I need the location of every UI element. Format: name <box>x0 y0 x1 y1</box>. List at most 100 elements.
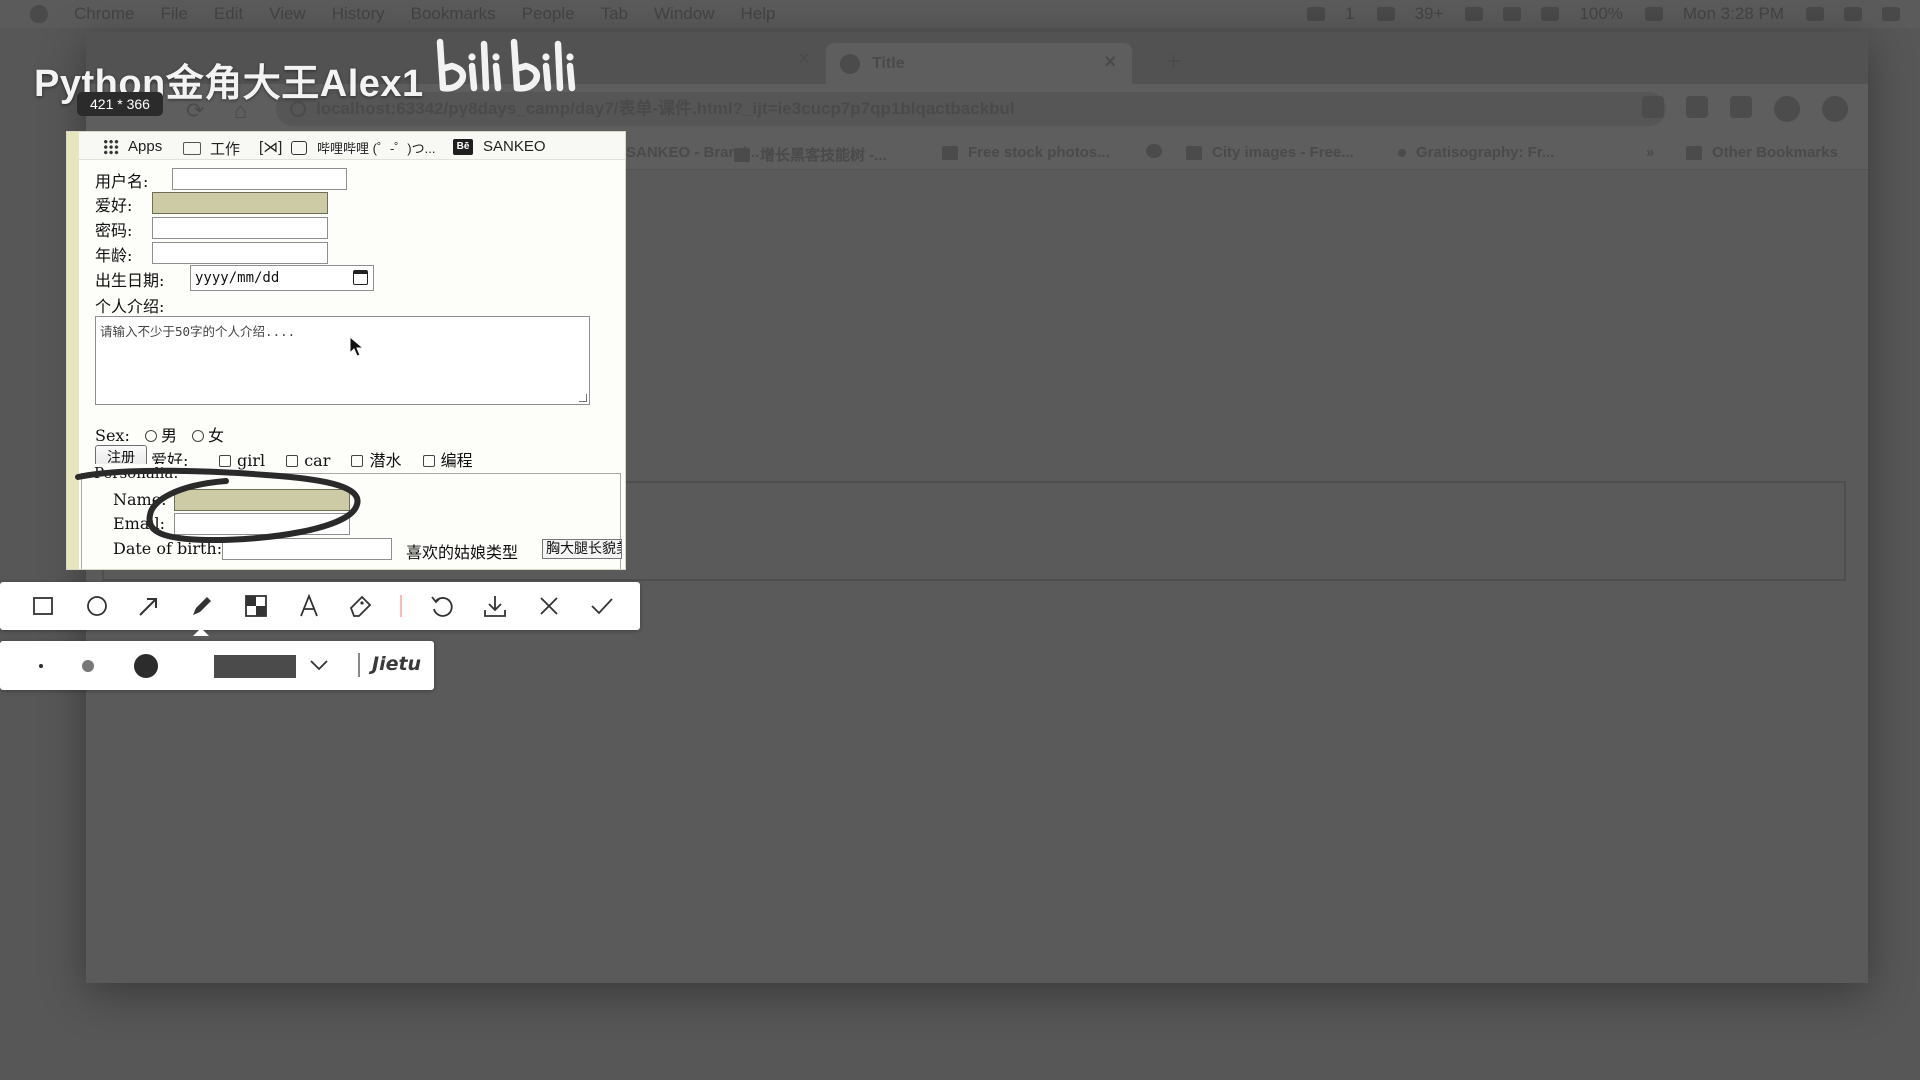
bookmark-star-icon[interactable] <box>1730 96 1752 118</box>
translate-icon[interactable] <box>1642 96 1664 118</box>
hobby-girl-checkbox[interactable] <box>219 455 231 467</box>
tab-close-icon[interactable]: × <box>1104 51 1116 74</box>
notification-center-icon[interactable] <box>1882 7 1900 21</box>
color-swatch[interactable] <box>214 655 296 678</box>
profile-avatar[interactable] <box>1774 96 1800 122</box>
siri-icon[interactable] <box>1844 7 1862 21</box>
girl-type-select[interactable]: 胸大腿长貌美 <box>542 539 622 559</box>
bookmark-growth[interactable]: 增长黑客技能树 -... <box>734 144 887 165</box>
bookmark-apps[interactable]: Apps <box>103 138 162 155</box>
name-input[interactable] <box>174 489 350 511</box>
sex-row: Sex: 男 女 <box>95 422 395 445</box>
menu-help[interactable]: Help <box>740 4 775 24</box>
ellipse-icon <box>87 596 107 616</box>
brush-size-medium[interactable] <box>82 660 94 672</box>
menu-file[interactable]: File <box>160 4 187 24</box>
pen-icon <box>193 597 211 615</box>
calendar-icon[interactable] <box>353 270 368 285</box>
hobby-girl-label: girl <box>237 451 266 470</box>
apple-icon[interactable] <box>30 5 48 23</box>
undo-icon <box>431 596 453 617</box>
battery-icon[interactable] <box>1644 7 1663 21</box>
bookmark-sankeo-bright[interactable]: Bē SANKEO <box>453 138 546 155</box>
email-input[interactable] <box>174 513 350 535</box>
bullet-icon <box>1398 148 1406 157</box>
airplay-icon[interactable] <box>1465 7 1484 21</box>
eraser-tool[interactable] <box>343 588 379 624</box>
rectangle-tool[interactable] <box>25 588 61 624</box>
age-input[interactable] <box>152 242 328 264</box>
menu-chrome[interactable]: Chrome <box>74 4 134 24</box>
sex-female-radio[interactable] <box>192 430 205 442</box>
bookmark-city-images[interactable]: City images - Free... <box>1186 144 1354 161</box>
arrow-tool[interactable] <box>131 588 167 624</box>
folder-icon <box>183 142 201 155</box>
cancel-button[interactable] <box>531 588 567 624</box>
brush-size-large[interactable] <box>134 654 158 678</box>
zoom-icon[interactable] <box>1686 96 1708 118</box>
volume-icon[interactable] <box>1541 7 1560 21</box>
undo-button[interactable] <box>424 588 460 624</box>
password-input[interactable] <box>152 217 328 239</box>
chat-icon[interactable] <box>1376 7 1395 21</box>
capture-region[interactable]: Apps 工作 [⋊] 哔哩哔哩 (゜-゜)つ... Bē SANKEO 用户名… <box>66 131 626 570</box>
username-row: 用户名: <box>95 168 355 192</box>
menu-bookmarks[interactable]: Bookmarks <box>411 4 496 24</box>
screen-icon[interactable] <box>1307 7 1326 21</box>
resize-handle-icon[interactable] <box>579 394 587 402</box>
bookmark-favicon-icon <box>942 145 958 160</box>
bookmark-free-stock[interactable]: Free stock photos... <box>942 144 1110 161</box>
previous-tab-close-icon[interactable]: × <box>798 48 810 71</box>
dob-input[interactable] <box>222 538 392 560</box>
mosaic-tool[interactable] <box>238 588 274 624</box>
wifi-icon[interactable] <box>1503 7 1522 21</box>
menu-tab[interactable]: Tab <box>601 4 628 24</box>
folder-icon <box>1686 145 1702 160</box>
bookmark-work[interactable]: 工作 <box>183 138 240 159</box>
confirm-button[interactable] <box>584 588 620 624</box>
hobby-diving-checkbox[interactable] <box>351 455 364 467</box>
tab-title[interactable]: Title × <box>826 43 1132 84</box>
hobby-row: 爱好: <box>95 192 355 216</box>
menu-window[interactable]: Window <box>654 4 714 24</box>
toolbar-divider <box>400 595 402 617</box>
tab-favicon-icon <box>840 53 860 74</box>
extension-icon[interactable] <box>1822 96 1848 122</box>
age-label: 年龄: <box>95 246 133 265</box>
mac-menubar: Chrome File Edit View History Bookmarks … <box>0 0 1920 28</box>
bookmark-web-icon[interactable] <box>1146 144 1172 158</box>
menu-view[interactable]: View <box>269 4 306 24</box>
chevron-down-icon[interactable] <box>308 657 330 673</box>
bookmarks-overflow[interactable]: » <box>1646 144 1654 161</box>
new-tab-icon[interactable]: + <box>1166 46 1181 77</box>
download-button[interactable] <box>477 588 513 624</box>
camera-icon <box>1186 145 1202 160</box>
birth-date-input[interactable]: yyyy/mm/dd <box>190 265 374 291</box>
sex-male-radio[interactable] <box>144 430 157 442</box>
username-input[interactable] <box>172 168 347 190</box>
hobby-car-checkbox[interactable] <box>286 455 299 467</box>
intro-row: 个人介绍: <box>95 293 295 316</box>
bookmark-bilibili[interactable]: 哔哩哔哩 (゜-゜)つ... <box>291 138 435 157</box>
bookmark-bilibili-icon[interactable]: [⋊] <box>259 138 282 156</box>
text-tool[interactable] <box>291 588 327 624</box>
hobby-field-label: 爱好: <box>95 196 133 215</box>
bookmark-label: City images - Free... <box>1212 144 1354 161</box>
bilibili-logo <box>436 38 576 92</box>
ellipse-tool[interactable] <box>79 588 115 624</box>
menubar-clock[interactable]: Mon 3:28 PM <box>1683 4 1784 24</box>
hobby-input[interactable] <box>152 192 328 214</box>
bookmark-other[interactable]: Other Bookmarks <box>1686 144 1838 161</box>
status-temp: 39+ <box>1414 4 1444 23</box>
overflow-chevron-icon: » <box>1646 144 1655 161</box>
menu-edit[interactable]: Edit <box>214 4 243 24</box>
brush-options-bar: Jietu <box>0 641 434 690</box>
menu-people[interactable]: People <box>522 4 575 24</box>
pen-tool[interactable] <box>184 588 220 624</box>
spotlight-search-icon[interactable] <box>1806 7 1824 21</box>
intro-textarea[interactable]: 请输入不少于50字的个人介绍.... <box>95 316 590 405</box>
bookmark-gratisography[interactable]: Gratisography: Fr... <box>1398 144 1554 161</box>
hobby-coding-checkbox[interactable] <box>422 455 435 467</box>
menu-history[interactable]: History <box>332 4 385 24</box>
brush-size-small[interactable] <box>39 664 43 668</box>
